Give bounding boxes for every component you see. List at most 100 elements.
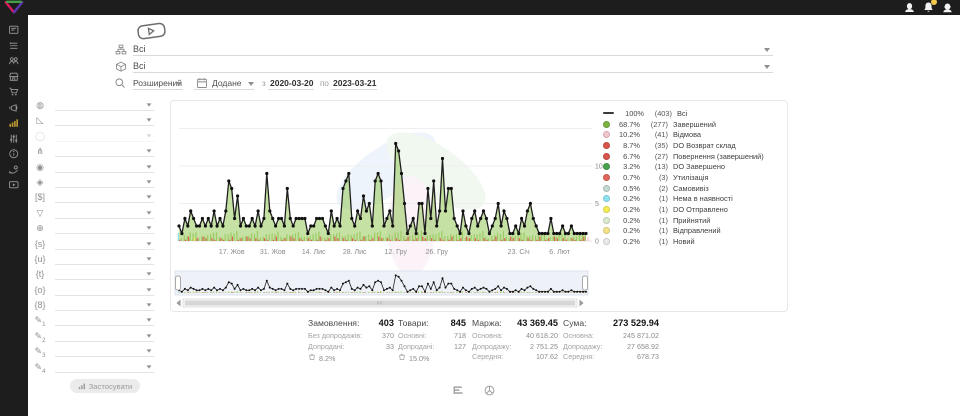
filter-row-planet[interactable]: ◍ <box>30 98 162 113</box>
filter-field-var-s[interactable] <box>55 237 154 250</box>
date-from-field[interactable] <box>268 77 314 90</box>
category-filter-field[interactable] <box>133 43 773 56</box>
notifications-icon[interactable] <box>922 1 935 14</box>
legend-item[interactable]: 0.2%(1)Прийнятий <box>603 215 783 226</box>
caret-down-icon[interactable] <box>147 319 152 322</box>
filter-row-funnel[interactable]: ▽ <box>30 206 162 221</box>
navigator-handle-left[interactable] <box>176 276 181 290</box>
legend-item[interactable]: 0.7%(3)Утилізація <box>603 172 783 183</box>
legend-item[interactable]: 0.2%(1)DO Отправлено <box>603 204 783 215</box>
caret-down-icon[interactable] <box>147 134 152 137</box>
scroll-right-icon[interactable] <box>580 300 584 307</box>
legend-item[interactable]: 0.2%(1)Нема в наявності <box>603 194 783 205</box>
caret-down-icon[interactable] <box>147 165 152 168</box>
sidebar-item-info[interactable] <box>0 146 28 162</box>
scroll-left-icon[interactable] <box>177 300 181 307</box>
filter-field-note-2[interactable] <box>55 329 154 342</box>
filter-row-hierarchy[interactable]: ⋔ <box>30 144 162 159</box>
filter-field-planet[interactable] <box>55 98 154 111</box>
sidebar-item-video[interactable] <box>0 177 28 193</box>
profile-icon[interactable] <box>903 1 916 14</box>
distribution-view-toggle[interactable] <box>483 384 496 397</box>
filter-field-var-u[interactable] <box>55 252 154 265</box>
sidebar-item-care[interactable] <box>0 162 28 178</box>
sidebar-item-cart[interactable] <box>0 84 28 100</box>
filter-field-globe[interactable] <box>55 221 154 234</box>
filter-row-note-3[interactable]: ✎3 <box>30 344 162 359</box>
filter-row-globe[interactable]: ⊕ <box>30 221 162 236</box>
search-icon[interactable] <box>114 77 126 89</box>
filter-field-var-t[interactable] <box>55 267 154 280</box>
legend-item[interactable]: 68.7%(277)Завершений <box>603 119 783 130</box>
list-view-toggle[interactable] <box>452 384 465 397</box>
filter-field-payment[interactable] <box>55 190 154 203</box>
filter-field-var-o[interactable] <box>55 283 154 296</box>
apply-button[interactable]: Застосувати <box>70 379 140 393</box>
filter-row-payment[interactable]: [$] <box>30 190 162 205</box>
caret-down-icon[interactable] <box>147 180 152 183</box>
caret-down-icon[interactable] <box>147 119 152 122</box>
filter-row-note-4[interactable]: ✎4 <box>30 360 162 375</box>
caret-down-icon[interactable] <box>147 242 152 245</box>
filter-row-var-u[interactable]: {u} <box>30 252 162 267</box>
date-to-field[interactable] <box>331 77 377 90</box>
filter-field-funnel[interactable] <box>55 206 154 219</box>
filter-field-hierarchy[interactable] <box>55 144 154 157</box>
filter-row-var-s[interactable]: {s} <box>30 237 162 252</box>
legend-item[interactable]: 0.2%(1)Відправлений <box>603 226 783 237</box>
sidebar-item-dashboard[interactable] <box>0 22 28 38</box>
support-icon[interactable] <box>941 1 954 14</box>
caret-down-icon[interactable] <box>147 288 152 291</box>
legend-item[interactable]: 0.5%(2)Самовивіз <box>603 183 783 194</box>
search-mode-caret-icon[interactable] <box>176 82 182 86</box>
caret-down-icon[interactable] <box>147 365 152 368</box>
sidebar-item-orders-list[interactable] <box>0 38 28 54</box>
caret-down-icon[interactable] <box>147 303 152 306</box>
legend-item[interactable]: 3.2%(13)DO Завершено <box>603 161 783 172</box>
caret-down-icon[interactable] <box>147 103 152 106</box>
chart-scrollbar-thumb[interactable] <box>185 301 575 306</box>
filter-row-help[interactable]: ◯ <box>30 129 162 144</box>
legend-item[interactable]: 10.2%(41)Відмова <box>603 129 783 140</box>
legend-item[interactable]: 6.7%(27)Повернення (завершений) <box>603 151 783 162</box>
filter-field-note-4[interactable] <box>55 360 154 373</box>
filter-field-segment[interactable] <box>55 160 154 173</box>
filter-row-product-cube[interactable]: ◈ <box>30 175 162 190</box>
legend-item[interactable]: 0.2%(1)Новий <box>603 236 783 247</box>
caret-down-icon[interactable] <box>147 273 152 276</box>
navigator-handle-right[interactable] <box>583 276 588 290</box>
caret-down-icon[interactable] <box>147 211 152 214</box>
product-caret-icon[interactable] <box>764 65 770 69</box>
app-logo[interactable] <box>3 0 25 15</box>
caret-down-icon[interactable] <box>147 257 152 260</box>
legend-item[interactable]: 8.7%(35)DO Возврат склад <box>603 140 783 151</box>
sidebar-item-settings[interactable] <box>0 131 28 147</box>
sidebar-item-analytics[interactable] <box>0 115 28 131</box>
caret-down-icon[interactable] <box>147 227 152 230</box>
caret-down-icon[interactable] <box>147 350 152 353</box>
sidebar-item-marketing[interactable] <box>0 100 28 116</box>
date-field-caret-icon[interactable] <box>248 82 254 86</box>
filter-row-segment[interactable]: ◉ <box>30 160 162 175</box>
filter-row-var-o[interactable]: {o} <box>30 283 162 298</box>
filter-row-note-1[interactable]: ✎1 <box>30 313 162 328</box>
category-caret-icon[interactable] <box>764 48 770 52</box>
filter-field-product-cube[interactable] <box>55 175 154 188</box>
filter-field-var-8[interactable] <box>55 298 154 311</box>
filter-field-help[interactable] <box>55 129 154 142</box>
date-field-select[interactable] <box>194 77 254 90</box>
legend-item[interactable]: 100%(403)Всі <box>603 108 783 119</box>
filter-field-level[interactable] <box>55 113 154 126</box>
caret-down-icon[interactable] <box>147 334 152 337</box>
filter-row-note-2[interactable]: ✎2 <box>30 329 162 344</box>
caret-down-icon[interactable] <box>147 150 152 153</box>
filter-row-var-8[interactable]: {8} <box>30 298 162 313</box>
filter-field-note-3[interactable] <box>55 344 154 357</box>
product-filter-field[interactable] <box>133 60 773 73</box>
sidebar-item-store[interactable] <box>0 69 28 85</box>
caret-down-icon[interactable] <box>147 196 152 199</box>
sidebar-item-customers[interactable] <box>0 53 28 69</box>
filter-row-var-t[interactable]: {t} <box>30 267 162 282</box>
filter-row-level[interactable]: ◺ <box>30 113 162 128</box>
filter-field-note-1[interactable] <box>55 313 154 326</box>
